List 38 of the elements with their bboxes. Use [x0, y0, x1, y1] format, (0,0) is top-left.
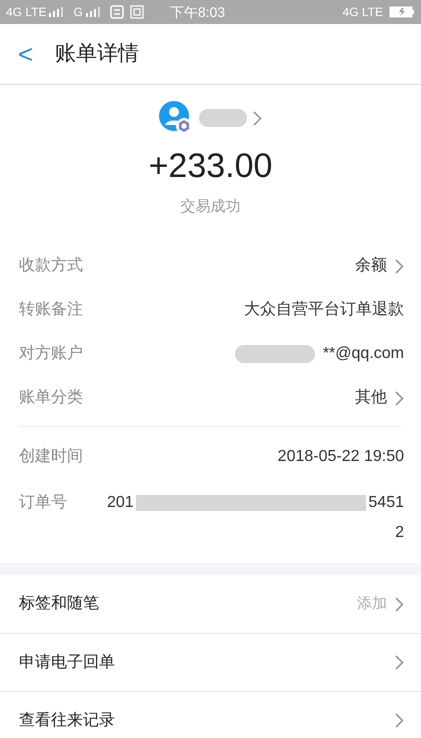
row-value: 余额	[355, 256, 387, 276]
status-time: 下午8:03	[170, 2, 226, 22]
blurred-text	[199, 109, 247, 127]
network-label: 4G LTE	[6, 4, 46, 21]
action-row[interactable]: 申请电子回单	[0, 633, 421, 691]
action-row[interactable]: 标签和随笔 添加	[0, 575, 421, 633]
action-value: 添加	[357, 594, 387, 614]
page-title: 账单详情	[55, 41, 140, 68]
transaction-status: 交易成功	[180, 196, 240, 216]
row-label: 创建时间	[19, 446, 83, 467]
notification-icon	[130, 5, 144, 19]
row-label: 对方账户	[19, 344, 83, 364]
row-value: 大众自营平台订单退款	[244, 300, 404, 320]
chevron-right-icon	[395, 713, 404, 728]
action-label: 申请电子回单	[19, 652, 115, 672]
action-label: 标签和随笔	[19, 594, 99, 614]
row-label: 订单号	[19, 493, 68, 513]
notification-icon	[110, 5, 124, 19]
network-label: G	[73, 4, 83, 21]
action-label: 查看往来记录	[19, 710, 115, 730]
order-number-wrap: 2	[395, 523, 404, 543]
battery-icon	[389, 6, 415, 18]
row-label: 收款方式	[19, 256, 83, 276]
row-label: 转账备注	[19, 300, 83, 320]
row-value: **@qq.com	[322, 344, 404, 364]
amount: +233.00	[148, 146, 272, 187]
chevron-right-icon	[395, 596, 404, 612]
action-row[interactable]: 查看往来记录	[0, 691, 421, 738]
chevron-right-icon	[395, 390, 404, 406]
row-value: 2018-05-22 19:50	[278, 447, 404, 467]
network-label: 4G LTE	[342, 4, 383, 21]
chevron-right-icon	[253, 110, 262, 126]
row-value: 其他	[355, 388, 387, 408]
order-number-end: 5451	[368, 493, 404, 513]
chevron-right-icon	[395, 258, 404, 274]
order-number-start: 201	[107, 493, 134, 513]
chevron-right-icon	[395, 655, 404, 670]
row-label: 账单分类	[19, 388, 83, 408]
